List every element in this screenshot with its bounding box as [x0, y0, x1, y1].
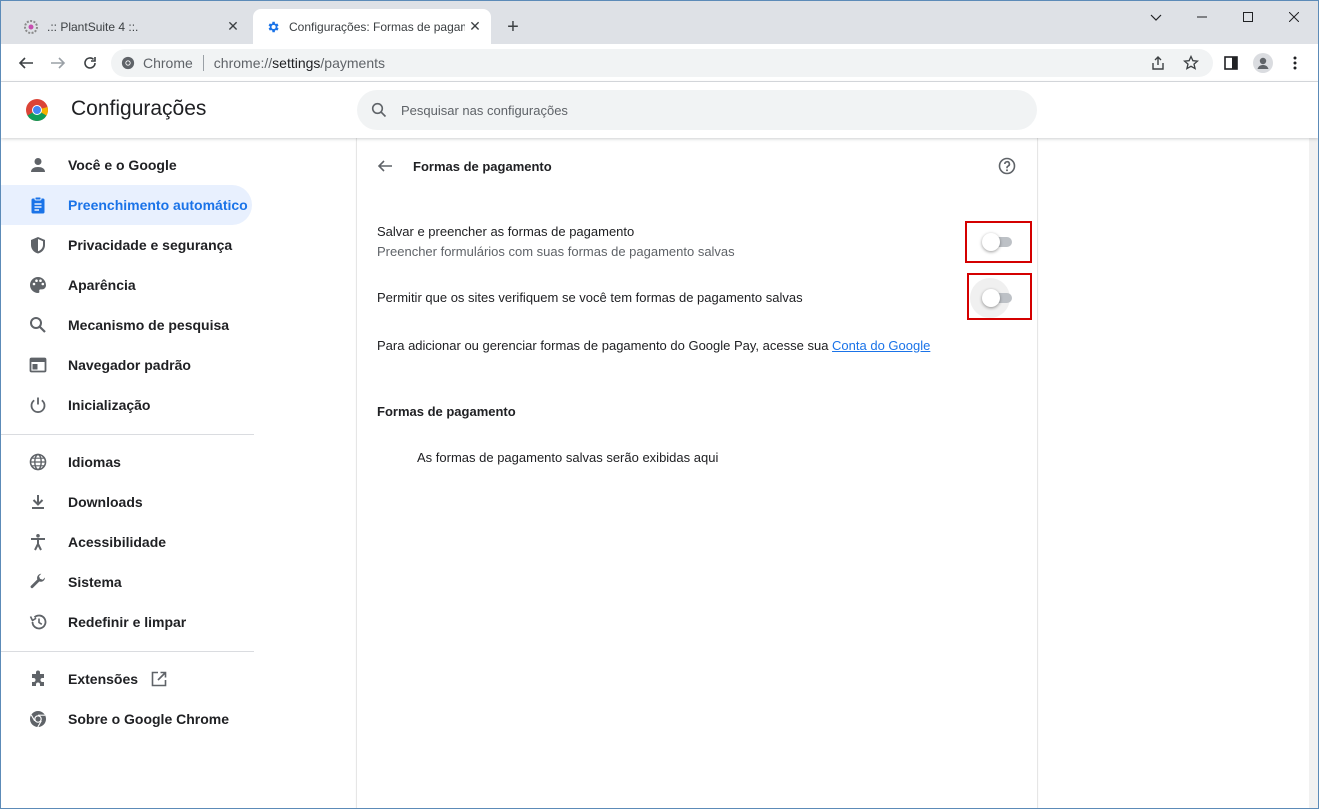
tab-title: Configurações: Formas de pagamento [289, 19, 465, 34]
site-info[interactable]: Chrome [121, 55, 193, 71]
settings-header: Configurações [1, 82, 1318, 138]
browser-window: .:: PlantSuite 4 ::. ✕ Configurações: Fo… [0, 0, 1319, 809]
sidebar-item-autofill[interactable]: Preenchimento automático [1, 185, 252, 225]
address-bar[interactable]: Chrome chrome://settings/payments [111, 49, 1213, 77]
clipboard-icon [26, 193, 50, 217]
wrench-icon [26, 570, 50, 594]
person-icon [26, 153, 50, 177]
minimize-icon[interactable] [1179, 1, 1225, 33]
page-scrollbar[interactable] [1309, 138, 1318, 808]
page-title: Configurações [71, 97, 207, 120]
sidebar-item-label: Aparência [68, 277, 136, 293]
sidebar-item-label: Você e o Google [68, 157, 177, 173]
globe-icon [26, 450, 50, 474]
puzzle-icon [26, 667, 50, 691]
back-arrow-icon[interactable] [12, 49, 40, 77]
sidebar-item-appearance[interactable]: Aparência [1, 265, 252, 305]
close-tab-icon[interactable]: ✕ [223, 17, 243, 37]
sidebar-item-system[interactable]: Sistema [1, 562, 252, 602]
gear-icon [265, 19, 281, 35]
sidebar-item-reset[interactable]: Redefinir e limpar [1, 602, 252, 642]
sidebar-item-extensions[interactable]: Extensões [1, 659, 252, 699]
toolbar: Chrome chrome://settings/payments [1, 44, 1318, 82]
url-text: chrome://settings/payments [213, 55, 385, 71]
subpage-title: Formas de pagamento [413, 159, 552, 174]
tab-plantsuite[interactable]: .:: PlantSuite 4 ::. ✕ [11, 9, 249, 44]
sidebar-divider [1, 434, 254, 435]
close-tab-icon[interactable]: ✕ [465, 17, 485, 37]
save-fill-payments-description: Preencher formulários com suas formas de… [377, 244, 735, 259]
sidebar-item-label: Extensões [68, 671, 139, 687]
sidebar-item-label: Preenchimento automático [68, 197, 248, 213]
bookmark-star-icon[interactable] [1177, 49, 1205, 77]
sidebar-item-label: Mecanismo de pesquisa [68, 317, 230, 333]
share-icon[interactable] [1144, 49, 1172, 77]
chrome-icon [26, 707, 50, 731]
sidebar-item-label: Privacidade e segurança [68, 237, 233, 253]
new-tab-button[interactable]: + [501, 15, 525, 39]
tab-title: .:: PlantSuite 4 ::. [47, 19, 139, 34]
sidebar-item-label: Sobre o Google Chrome [68, 711, 230, 727]
side-panel-icon[interactable] [1217, 49, 1245, 77]
payments-card: Formas de pagamento Salvar e preencher a… [357, 138, 1037, 808]
reload-icon[interactable] [76, 49, 104, 77]
accessibility-icon [26, 530, 50, 554]
allow-sites-check-toggle[interactable] [982, 289, 1014, 307]
sidebar-item-label: Idiomas [68, 454, 121, 470]
kebab-menu-icon[interactable] [1281, 49, 1309, 77]
sidebar-item-search-engine[interactable]: Mecanismo de pesquisa [1, 305, 252, 345]
sidebar-item-label: Downloads [68, 494, 143, 510]
empty-payment-methods-message: As formas de pagamento salvas serão exib… [417, 450, 719, 465]
sidebar-item-languages[interactable]: Idiomas [1, 442, 252, 482]
search-icon [26, 313, 50, 337]
tab-strip: .:: PlantSuite 4 ::. ✕ Configurações: Fo… [1, 1, 1318, 44]
external-link-icon [150, 670, 168, 688]
payment-methods-section-title: Formas de pagamento [377, 404, 516, 419]
sidebar-item-you-and-google[interactable]: Você e o Google [1, 145, 252, 185]
power-icon [26, 393, 50, 417]
google-account-link[interactable]: Conta do Google [832, 338, 930, 353]
palette-icon [26, 273, 50, 297]
browser-window-icon [26, 353, 50, 377]
settings-search-box[interactable] [357, 90, 1037, 130]
omnibox-divider [202, 55, 204, 71]
tab-settings-payments[interactable]: Configurações: Formas de pagamento ✕ [253, 9, 491, 44]
sidebar-item-about-chrome[interactable]: Sobre o Google Chrome [1, 699, 252, 739]
shield-icon [26, 233, 50, 257]
toggle-knob [982, 289, 1000, 307]
chrome-icon [121, 56, 135, 70]
maximize-icon[interactable] [1225, 1, 1271, 33]
sidebar-item-downloads[interactable]: Downloads [1, 482, 252, 522]
google-pay-info: Para adicionar ou gerenciar formas de pa… [377, 338, 931, 353]
sidebar-item-label: Sistema [68, 574, 122, 590]
sidebar-item-label: Inicialização [68, 397, 151, 413]
search-icon [371, 102, 387, 118]
save-fill-payments-label: Salvar e preencher as formas de pagament… [377, 224, 635, 239]
profile-avatar-icon[interactable] [1249, 49, 1277, 77]
plantsuite-favicon-icon [23, 19, 39, 35]
sidebar-item-label: Acessibilidade [68, 534, 167, 550]
sidebar-item-label: Navegador padrão [68, 357, 191, 373]
save-fill-payments-toggle[interactable] [982, 233, 1014, 251]
chevron-down-icon[interactable] [1133, 1, 1179, 33]
chrome-logo-icon [26, 99, 48, 121]
allow-sites-check-label: Permitir que os sites verifiquem se você… [377, 290, 803, 305]
sidebar-item-label: Redefinir e limpar [68, 614, 187, 630]
toggle-knob [982, 233, 1000, 251]
site-label: Chrome [143, 55, 193, 71]
back-arrow-icon[interactable] [375, 156, 395, 176]
sidebar-divider [1, 651, 254, 652]
download-icon [26, 490, 50, 514]
restore-icon [26, 610, 50, 634]
sidebar-item-privacy[interactable]: Privacidade e segurança [1, 225, 252, 265]
forward-arrow-icon[interactable] [44, 49, 72, 77]
settings-sidebar: Você e o Google Preenchimento automático… [1, 138, 257, 808]
sidebar-item-startup[interactable]: Inicialização [1, 385, 252, 425]
sidebar-item-default-browser[interactable]: Navegador padrão [1, 345, 252, 385]
sidebar-item-accessibility[interactable]: Acessibilidade [1, 522, 252, 562]
search-input[interactable] [401, 102, 1001, 118]
help-icon[interactable] [997, 156, 1017, 176]
close-window-icon[interactable] [1271, 1, 1317, 33]
